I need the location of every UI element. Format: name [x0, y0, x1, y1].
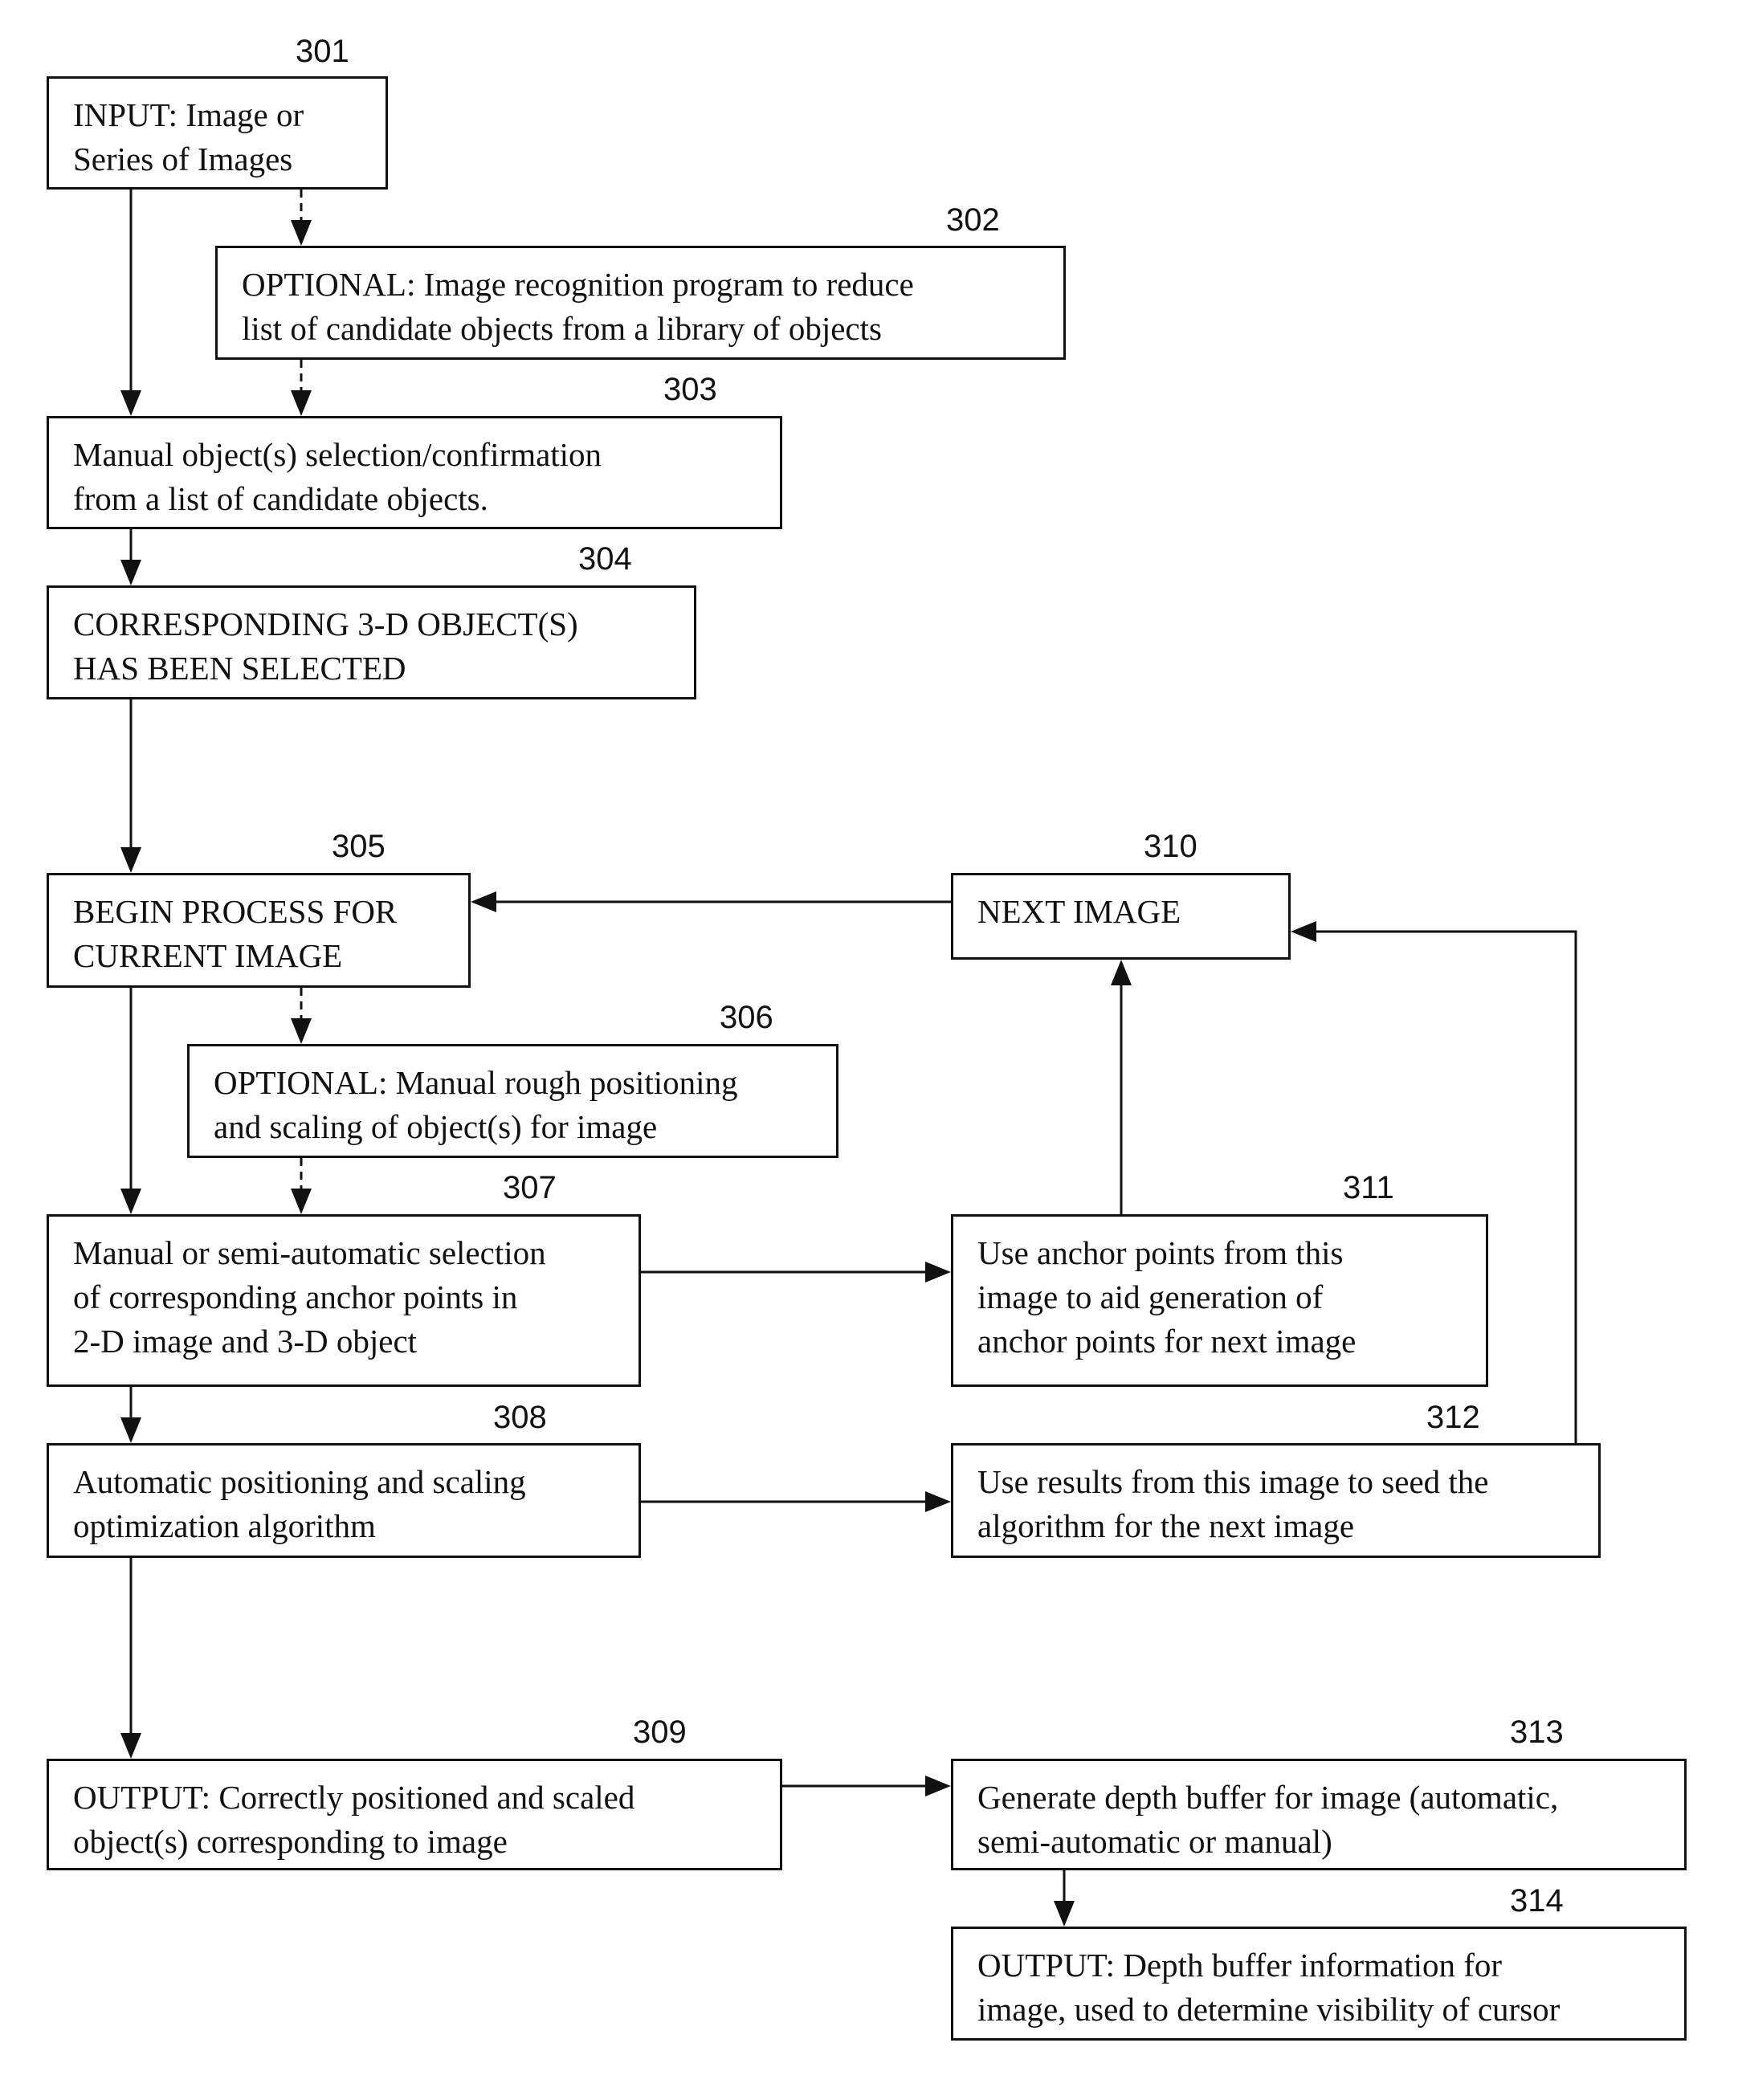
- ref-label-313: 313: [1510, 1715, 1564, 1750]
- ref-label-301: 301: [296, 34, 349, 69]
- node-304-object-selected: CORRESPONDING 3-D OBJECT(S) HAS BEEN SEL…: [47, 585, 696, 699]
- arrowhead: [120, 1733, 141, 1759]
- arrowhead: [291, 1018, 312, 1044]
- arrowhead: [925, 1776, 951, 1796]
- ref-label-311: 311: [1343, 1170, 1394, 1205]
- node-313-generate-depth-buffer: Generate depth buffer for image (automat…: [951, 1759, 1687, 1870]
- arrowhead: [120, 560, 141, 585]
- arrowhead: [120, 390, 141, 416]
- ref-label-308: 308: [493, 1400, 547, 1435]
- arrowhead: [291, 220, 312, 246]
- node-310-next-image: NEXT IMAGE: [951, 873, 1291, 960]
- node-301-input: INPUT: Image or Series of Images: [47, 76, 388, 190]
- ref-label-312: 312: [1426, 1400, 1480, 1435]
- node-306-optional-rough-positioning: OPTIONAL: Manual rough positioning and s…: [187, 1044, 838, 1158]
- ref-label-305: 305: [332, 829, 386, 864]
- arrowhead: [925, 1262, 951, 1282]
- node-314-output-depth-buffer: OUTPUT: Depth buffer information for ima…: [951, 1927, 1687, 2041]
- ref-label-303: 303: [663, 372, 717, 407]
- arrowhead: [120, 1189, 141, 1214]
- arrowhead: [1111, 960, 1132, 985]
- ref-label-304: 304: [578, 541, 632, 577]
- arrowhead: [291, 1189, 312, 1214]
- arrowhead: [120, 847, 141, 873]
- node-302-optional-recognition: OPTIONAL: Image recognition program to r…: [215, 246, 1066, 360]
- ref-label-314: 314: [1510, 1883, 1564, 1919]
- node-307-anchor-point-selection: Manual or semi-automatic selection of co…: [47, 1214, 641, 1387]
- node-311-reuse-anchor-points: Use anchor points from this image to aid…: [951, 1214, 1488, 1387]
- arrowhead: [471, 891, 496, 912]
- ref-label-309: 309: [633, 1715, 687, 1750]
- arrowhead: [120, 1417, 141, 1443]
- ref-label-302: 302: [946, 202, 1000, 238]
- arrowhead: [1291, 921, 1316, 942]
- arrowhead: [925, 1491, 951, 1512]
- ref-label-306: 306: [720, 1000, 773, 1035]
- flowchart-canvas: 301 302 303 304 305 306 307 308 309 310 …: [0, 0, 1738, 2100]
- node-303-manual-selection: Manual object(s) selection/confirmation …: [47, 416, 782, 529]
- ref-label-307: 307: [503, 1170, 557, 1205]
- arrowhead: [291, 390, 312, 416]
- node-312-seed-algorithm: Use results from this image to seed the …: [951, 1443, 1601, 1558]
- arrowhead: [1054, 1901, 1075, 1927]
- ref-label-310: 310: [1144, 829, 1197, 864]
- node-308-optimization-algorithm: Automatic positioning and scaling optimi…: [47, 1443, 641, 1558]
- node-305-begin-process: BEGIN PROCESS FOR CURRENT IMAGE: [47, 873, 471, 988]
- node-309-output-positioned-objects: OUTPUT: Correctly positioned and scaled …: [47, 1759, 782, 1870]
